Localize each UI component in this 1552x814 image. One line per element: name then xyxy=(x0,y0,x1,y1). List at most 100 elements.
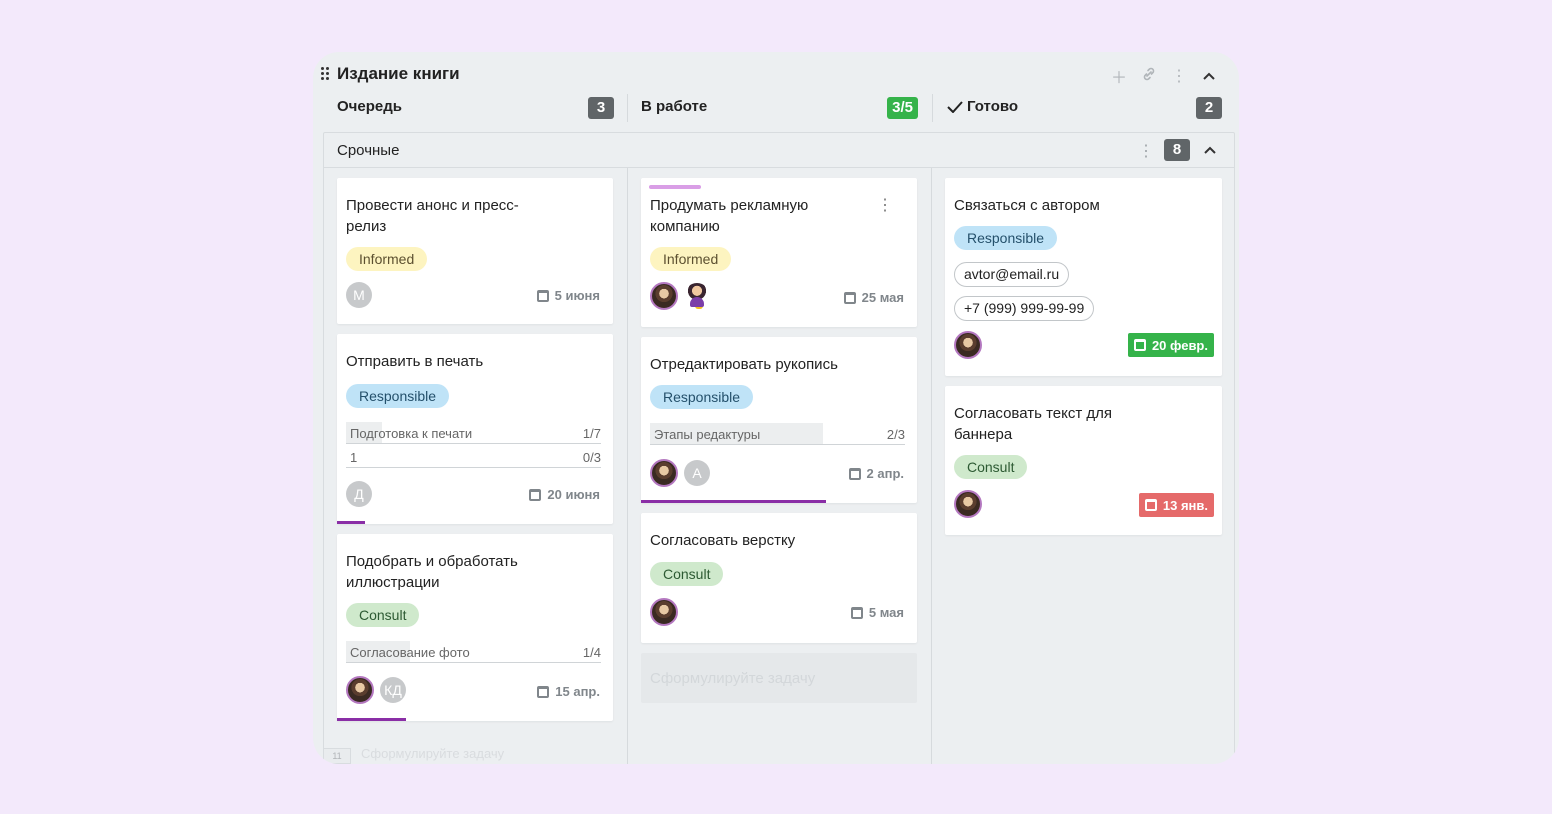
due-date-text: 25 мая xyxy=(861,290,904,305)
avatar-photo[interactable] xyxy=(684,283,710,309)
column-count-badge: 3/5 xyxy=(887,97,918,119)
checklist-row[interactable]: Согласование фото 1/4 xyxy=(346,641,601,663)
checklist-ratio: 0/3 xyxy=(582,450,601,465)
phone-chip[interactable]: +7 (999) 999-99-99 xyxy=(954,296,1095,321)
more-vertical-icon[interactable]: ⋮ xyxy=(1171,66,1187,86)
new-task-placeholder-text: Сформулируйте задачу xyxy=(650,670,816,687)
swimlane-header[interactable]: Срочные ⋮ 8 xyxy=(323,132,1235,168)
calendar-icon xyxy=(537,685,550,698)
calendar-icon xyxy=(536,289,549,302)
avatar[interactable]: А xyxy=(684,460,710,486)
column-header-in-progress: В работе 3/5 xyxy=(641,94,918,124)
column-count-badge: 3 xyxy=(588,97,614,119)
avatar-photo[interactable] xyxy=(650,282,678,310)
due-date-text: 13 янв. xyxy=(1162,497,1208,513)
task-card[interactable]: Связаться с автором Responsible avtor@em… xyxy=(945,178,1222,376)
role-tag: Consult xyxy=(650,562,724,586)
chevron-up-icon[interactable] xyxy=(1204,141,1216,157)
task-card[interactable]: Продумать рекламную компанию ⋮ Informed … xyxy=(641,178,917,327)
due-date[interactable]: 2 апр. xyxy=(848,466,904,481)
task-card[interactable]: Провести анонс и пресс-релиз Informed М … xyxy=(337,178,613,324)
column-separator xyxy=(931,168,932,764)
calendar-icon xyxy=(529,488,542,501)
link-icon[interactable] xyxy=(1141,67,1157,86)
more-vertical-icon[interactable]: ⋮ xyxy=(1138,141,1154,161)
avatar-photo[interactable] xyxy=(954,331,982,359)
checklist-name: Согласование фото xyxy=(350,645,470,660)
calendar-icon xyxy=(850,606,863,619)
task-card[interactable]: Отправить в печать Responsible Подготовк… xyxy=(337,334,613,524)
card-title: Связаться с автором xyxy=(954,197,1100,214)
swimlane-count-badge: 8 xyxy=(1164,139,1190,161)
avatar-photo[interactable] xyxy=(650,459,678,487)
checklist-name: Подготовка к печати xyxy=(350,426,473,441)
card-progress-bar xyxy=(337,521,365,524)
column-label: В работе xyxy=(641,98,708,115)
card-title: Подобрать и обработать иллюстрации xyxy=(346,553,518,591)
card-title: Отредактировать рукопись xyxy=(650,356,838,373)
due-date-text: 5 мая xyxy=(868,605,904,620)
due-date[interactable]: 15 апр. xyxy=(537,684,600,699)
drag-handle-icon[interactable] xyxy=(321,67,331,81)
column-label: Готово xyxy=(967,98,1019,115)
checklist-row[interactable]: 1 0/3 xyxy=(346,446,601,468)
new-task-bottom[interactable]: 11 Сформулируйте задачу xyxy=(323,742,613,764)
task-card[interactable]: Подобрать и обработать иллюстрации Consu… xyxy=(337,534,613,721)
due-date[interactable]: 5 июня xyxy=(536,288,600,303)
plus-icon[interactable]: ＋ xyxy=(1111,64,1127,88)
avatar[interactable]: Д xyxy=(346,481,372,507)
task-card[interactable]: Отредактировать рукопись Responsible Эта… xyxy=(641,337,917,503)
due-date-badge[interactable]: 13 янв. xyxy=(1138,493,1214,517)
board-title: Издание книги xyxy=(337,64,460,83)
column-label: Очередь xyxy=(337,98,402,115)
calendar-icon xyxy=(848,467,861,480)
card-title: Согласовать верстку xyxy=(650,532,796,549)
board-header: Издание книги ＋ ⋮ xyxy=(313,52,1239,96)
checklist-row[interactable]: Подготовка к печати 1/7 xyxy=(346,422,601,444)
checklist-name: Этапы редактуры xyxy=(654,427,761,442)
checklist-name: 1 xyxy=(350,450,358,465)
checkmark-icon xyxy=(947,100,963,113)
due-date[interactable]: 25 мая xyxy=(843,290,904,305)
bottom-counter: 11 xyxy=(323,748,351,764)
card-color-marker xyxy=(649,185,701,189)
avatar-photo[interactable] xyxy=(954,490,982,518)
role-tag: Responsible xyxy=(650,385,754,409)
more-vertical-icon[interactable]: ⋮ xyxy=(877,195,893,215)
column-count-badge: 2 xyxy=(1196,97,1222,119)
role-tag: Informed xyxy=(650,247,732,271)
avatar-photo[interactable] xyxy=(346,676,374,704)
role-tag: Responsible xyxy=(954,226,1058,250)
avatar[interactable]: М xyxy=(346,282,372,308)
due-date[interactable]: 5 мая xyxy=(850,605,904,620)
due-date-badge[interactable]: 20 февр. xyxy=(1127,333,1214,357)
checklist-ratio: 1/7 xyxy=(582,426,601,441)
chevron-up-icon[interactable] xyxy=(1201,67,1217,85)
card-title: Провести анонс и пресс-релиз xyxy=(346,197,519,235)
role-tag: Consult xyxy=(346,603,420,627)
checklist-ratio: 2/3 xyxy=(886,427,905,442)
role-tag: Consult xyxy=(954,455,1028,479)
due-date[interactable]: 20 июня xyxy=(529,487,600,502)
due-date-text: 20 февр. xyxy=(1151,337,1208,353)
calendar-icon xyxy=(843,291,856,304)
role-tag: Informed xyxy=(346,247,428,271)
task-card[interactable]: Согласовать верстку Consult 5 мая xyxy=(641,513,917,643)
column-header-queue: Очередь 3 xyxy=(337,94,614,124)
column-header-done: Готово 2 xyxy=(947,94,1222,124)
column-label-wrap: Готово xyxy=(947,98,1018,115)
avatar-photo[interactable] xyxy=(650,598,678,626)
due-date-text: 2 апр. xyxy=(866,466,904,481)
avatar[interactable]: КД xyxy=(380,677,406,703)
task-card[interactable]: Согласовать текст для баннера Consult 13… xyxy=(945,386,1222,535)
due-date-text: 20 июня xyxy=(547,487,600,502)
checklist-row[interactable]: Этапы редактуры 2/3 xyxy=(650,423,905,445)
new-task-placeholder[interactable]: Сформулируйте задачу xyxy=(641,653,917,703)
column-separator xyxy=(627,94,628,122)
calendar-icon xyxy=(1144,499,1157,511)
due-date-text: 15 апр. xyxy=(555,684,600,699)
column-separator xyxy=(627,168,628,764)
email-chip[interactable]: avtor@email.ru xyxy=(954,262,1070,287)
calendar-icon xyxy=(1133,339,1146,351)
card-title: Продумать рекламную компанию xyxy=(650,197,809,235)
